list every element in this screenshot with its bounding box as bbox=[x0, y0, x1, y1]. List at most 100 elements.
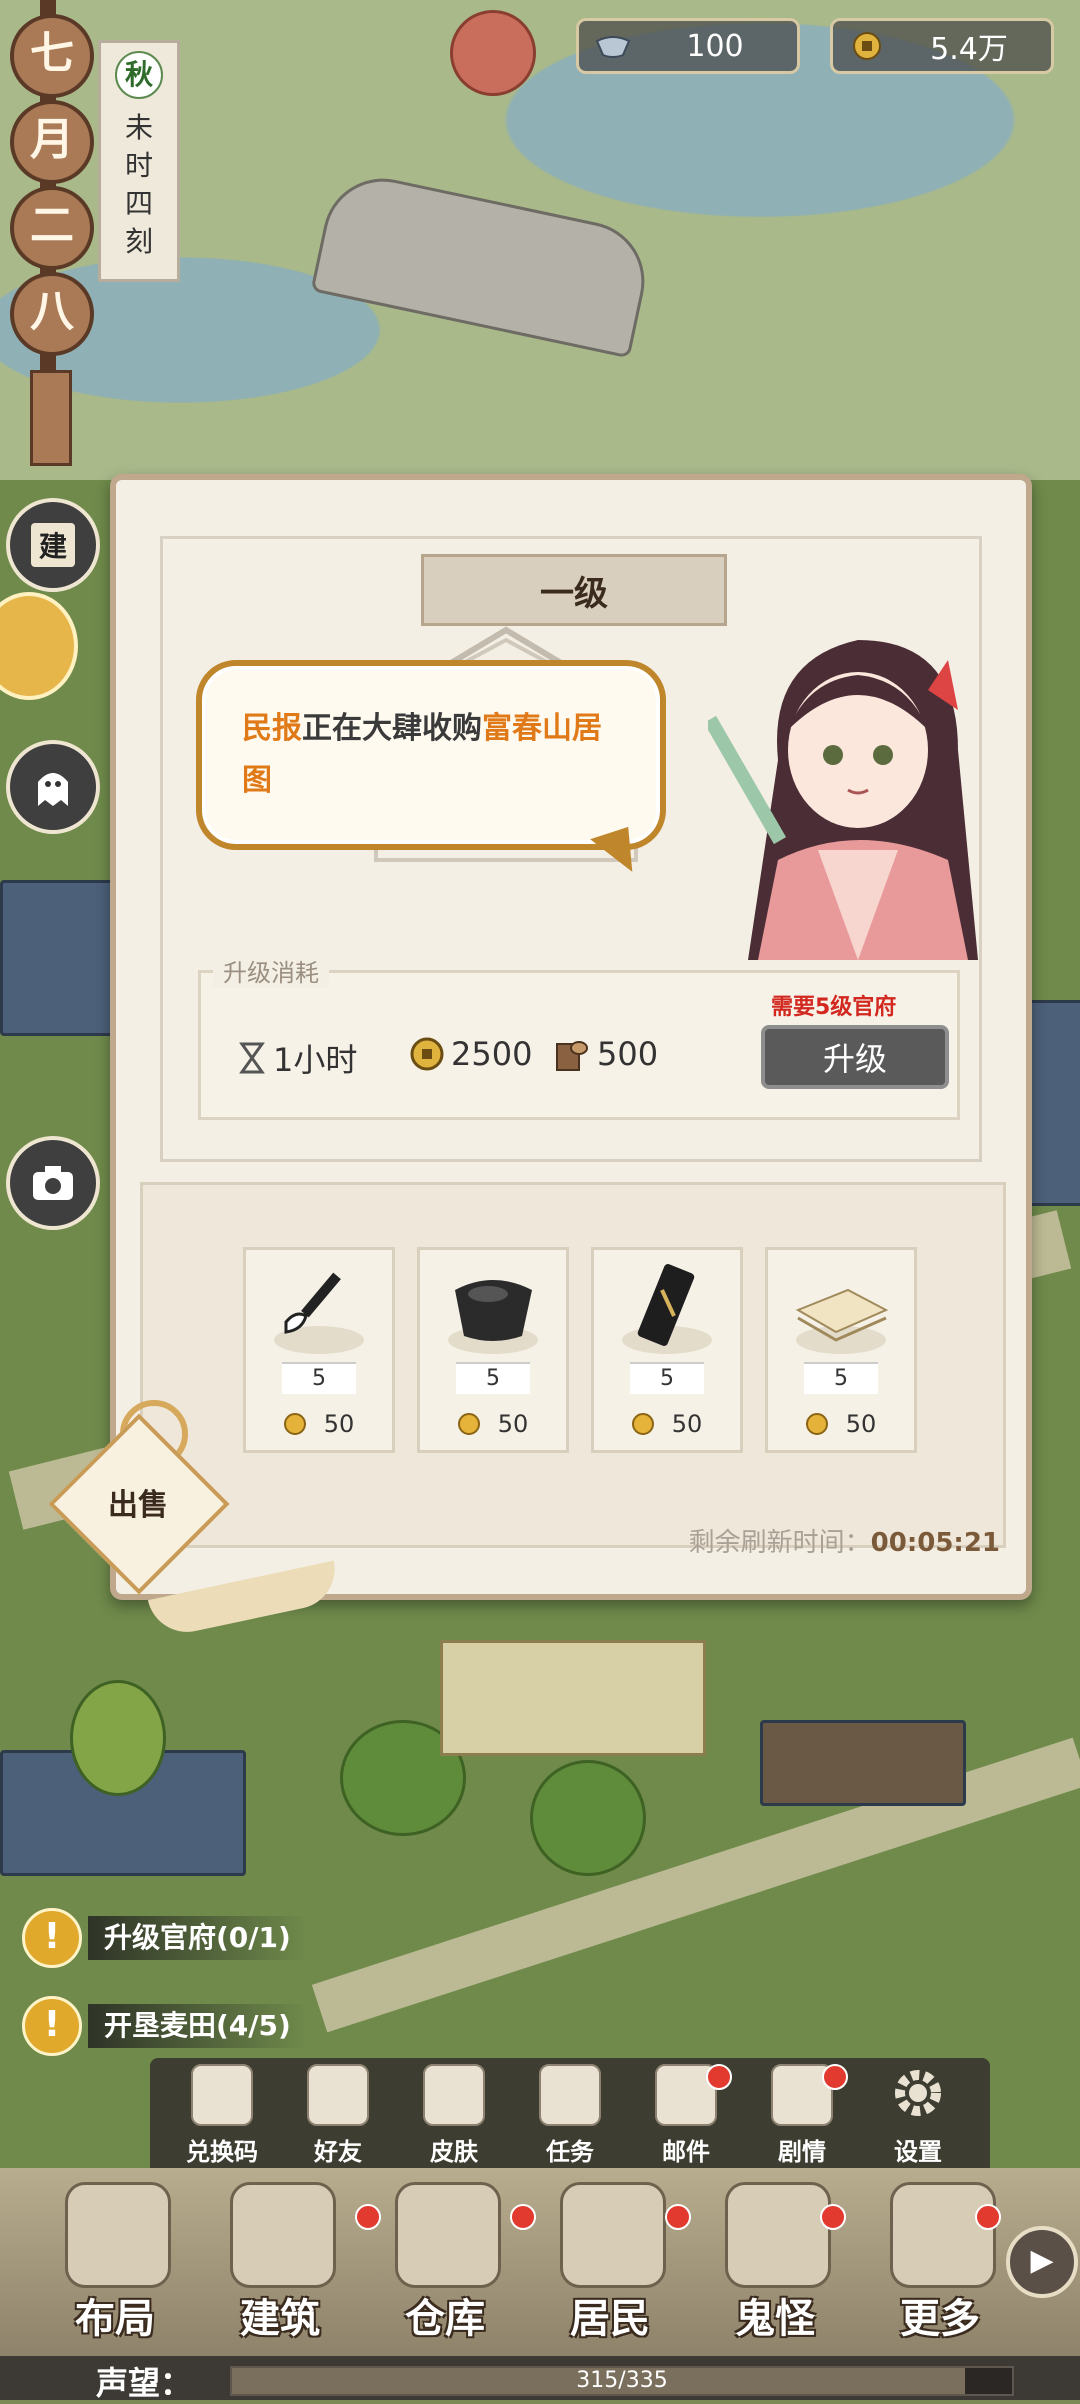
warehouse-icon bbox=[395, 2182, 501, 2288]
nav-more[interactable]: 更多 bbox=[865, 2174, 1015, 2350]
expand-arrow-icon[interactable]: ▶ bbox=[1006, 2226, 1078, 2298]
ink-stick-icon bbox=[622, 1264, 712, 1354]
camera-icon bbox=[33, 1166, 73, 1200]
tool-label: 兑换码 bbox=[186, 2138, 258, 2166]
settings-button[interactable]: 设置 bbox=[870, 2064, 966, 2172]
notification-dot bbox=[820, 2204, 846, 2230]
upgrade-cost-label: 升级消耗 bbox=[213, 953, 329, 988]
silver-ingot-icon bbox=[595, 36, 631, 58]
reputation-label: 声望： bbox=[96, 2364, 193, 2402]
goods-price: 50 bbox=[420, 1410, 566, 1438]
story-button[interactable]: 剧情 bbox=[754, 2064, 850, 2172]
goods-qty: 5 bbox=[456, 1362, 530, 1394]
quest-reclaim-wheat[interactable]: ! 开垦麦田(4/5) bbox=[22, 1996, 307, 2056]
upgrade-button[interactable]: 升级 bbox=[761, 1025, 949, 1089]
brush-icon bbox=[274, 1272, 364, 1354]
upgrade-requirement: 需要5级官府 bbox=[771, 995, 897, 1020]
goods-item-paper[interactable]: 5 50 bbox=[765, 1247, 917, 1453]
reputation-bar: 315/335 bbox=[230, 2366, 1014, 2396]
goods-price-value: 50 bbox=[671, 1410, 703, 1438]
goods-shelf: 5 50 5 50 5 50 5 50 bbox=[140, 1182, 1006, 1548]
more-icon bbox=[890, 2182, 996, 2288]
gear-icon bbox=[895, 2070, 941, 2116]
refresh-time: 00:05:21 bbox=[870, 1528, 1000, 1558]
build-mode-button[interactable]: 建 bbox=[6, 498, 100, 592]
goods-price: 50 bbox=[246, 1410, 392, 1438]
shop-roof bbox=[760, 1720, 966, 1806]
nav-layout[interactable]: 布局 bbox=[40, 2174, 190, 2350]
skin-icon bbox=[423, 2064, 485, 2126]
refresh-timer: 剩余刷新时间：00:05:21 bbox=[689, 1522, 1000, 1559]
task-icon bbox=[539, 2064, 601, 2126]
function-toolbar: 兑换码 好友 皮肤 任务 邮件 剧情 设置 bbox=[150, 2058, 990, 2176]
time-plaque[interactable]: 秋 未时四刻 bbox=[98, 40, 180, 282]
friends-button[interactable]: 好友 bbox=[290, 2064, 386, 2172]
build-label: 建 bbox=[30, 523, 75, 567]
nav-warehouse[interactable]: 仓库 bbox=[370, 2174, 536, 2350]
notification-dot bbox=[706, 2064, 732, 2090]
goods-qty: 5 bbox=[282, 1362, 356, 1394]
goods-item-ink-stick[interactable]: 5 50 bbox=[591, 1247, 743, 1453]
quest-text: 升级官府(0/1) bbox=[88, 1916, 307, 1960]
coin-icon bbox=[805, 1413, 828, 1435]
copper-coin-icon bbox=[410, 1037, 444, 1071]
cost-coins: 2500 bbox=[409, 1035, 532, 1073]
cost-time: 1小时 bbox=[237, 1035, 357, 1081]
quest-text: 开垦麦田(4/5) bbox=[88, 2004, 307, 2048]
upgrade-cost-box: 升级消耗 1小时 2500 500 需要5级官府 升级 bbox=[198, 953, 960, 1120]
silver-counter[interactable]: 100 bbox=[576, 18, 800, 74]
cost-wood-value: 500 bbox=[597, 1035, 659, 1073]
calendar-tassel bbox=[30, 370, 72, 466]
mail-button[interactable]: 邮件 bbox=[638, 2064, 734, 2172]
redeem-code-icon bbox=[191, 2064, 253, 2126]
tool-label: 任务 bbox=[546, 2138, 594, 2166]
sell-label[interactable]: 出售 bbox=[98, 1480, 178, 1524]
goods-price: 50 bbox=[768, 1410, 914, 1438]
wood-log-icon bbox=[556, 1041, 588, 1071]
coin-icon bbox=[457, 1413, 480, 1435]
goods-price-value: 50 bbox=[845, 1410, 877, 1438]
copper-counter[interactable]: 5.4万 bbox=[830, 18, 1054, 74]
time-label: 未时四刻 bbox=[124, 111, 153, 258]
task-button[interactable]: 任务 bbox=[522, 2064, 618, 2172]
notification-dot bbox=[665, 2204, 691, 2230]
ghost-icon bbox=[38, 773, 68, 806]
nav-buildings[interactable]: 建筑 bbox=[205, 2174, 381, 2350]
cost-time-value: 1小时 bbox=[273, 1041, 358, 1079]
tool-label: 邮件 bbox=[662, 2138, 710, 2166]
coin-icon bbox=[631, 1413, 654, 1435]
friends-icon bbox=[307, 2064, 369, 2126]
goods-item-brush[interactable]: 5 50 bbox=[243, 1247, 395, 1453]
month-char: 月 bbox=[10, 100, 94, 184]
nav-label: 布局 bbox=[75, 2295, 155, 2342]
nav-ghosts[interactable]: 鬼怪 bbox=[700, 2174, 850, 2350]
goods-price: 50 bbox=[594, 1410, 740, 1438]
camera-button[interactable] bbox=[6, 1136, 100, 1230]
tree bbox=[70, 1680, 166, 1796]
ghosts-icon bbox=[725, 2182, 831, 2288]
cost-wood: 500 bbox=[551, 1035, 658, 1073]
house-roof bbox=[0, 880, 116, 1036]
month-char: 七 bbox=[10, 14, 94, 98]
building-panel: 一级 民报正在大肆收购富春山居图 升级消耗 1小时 2500 500 需要5级官… bbox=[110, 474, 1032, 1600]
goods-item-inkstone[interactable]: 5 50 bbox=[417, 1247, 569, 1453]
ghost-button[interactable] bbox=[6, 740, 100, 834]
residents-icon bbox=[560, 2182, 666, 2288]
notification-dot bbox=[822, 2064, 848, 2090]
skin-button[interactable]: 皮肤 bbox=[406, 2064, 502, 2172]
tool-label: 剧情 bbox=[778, 2138, 826, 2166]
bubble-text: 正在大肆收购 bbox=[302, 711, 482, 746]
layout-icon bbox=[65, 2182, 171, 2288]
nav-label: 更多 bbox=[900, 2295, 980, 2342]
news-speech-bubble: 民报正在大肆收购富春山居图 bbox=[196, 660, 666, 850]
quest-upgrade-office[interactable]: ! 升级官府(0/1) bbox=[22, 1908, 307, 1968]
goods-qty: 5 bbox=[804, 1362, 878, 1394]
silver-value: 100 bbox=[686, 28, 744, 64]
inkstone-icon bbox=[448, 1280, 538, 1354]
reputation-value: 315/335 bbox=[576, 2368, 668, 2393]
nav-residents[interactable]: 居民 bbox=[535, 2174, 691, 2350]
stone-bridge bbox=[310, 167, 656, 359]
redeem-code-button[interactable]: 兑换码 bbox=[174, 2064, 270, 2172]
day-char: 二 bbox=[10, 186, 94, 270]
quest-exclamation-icon: ! bbox=[22, 1996, 82, 2056]
